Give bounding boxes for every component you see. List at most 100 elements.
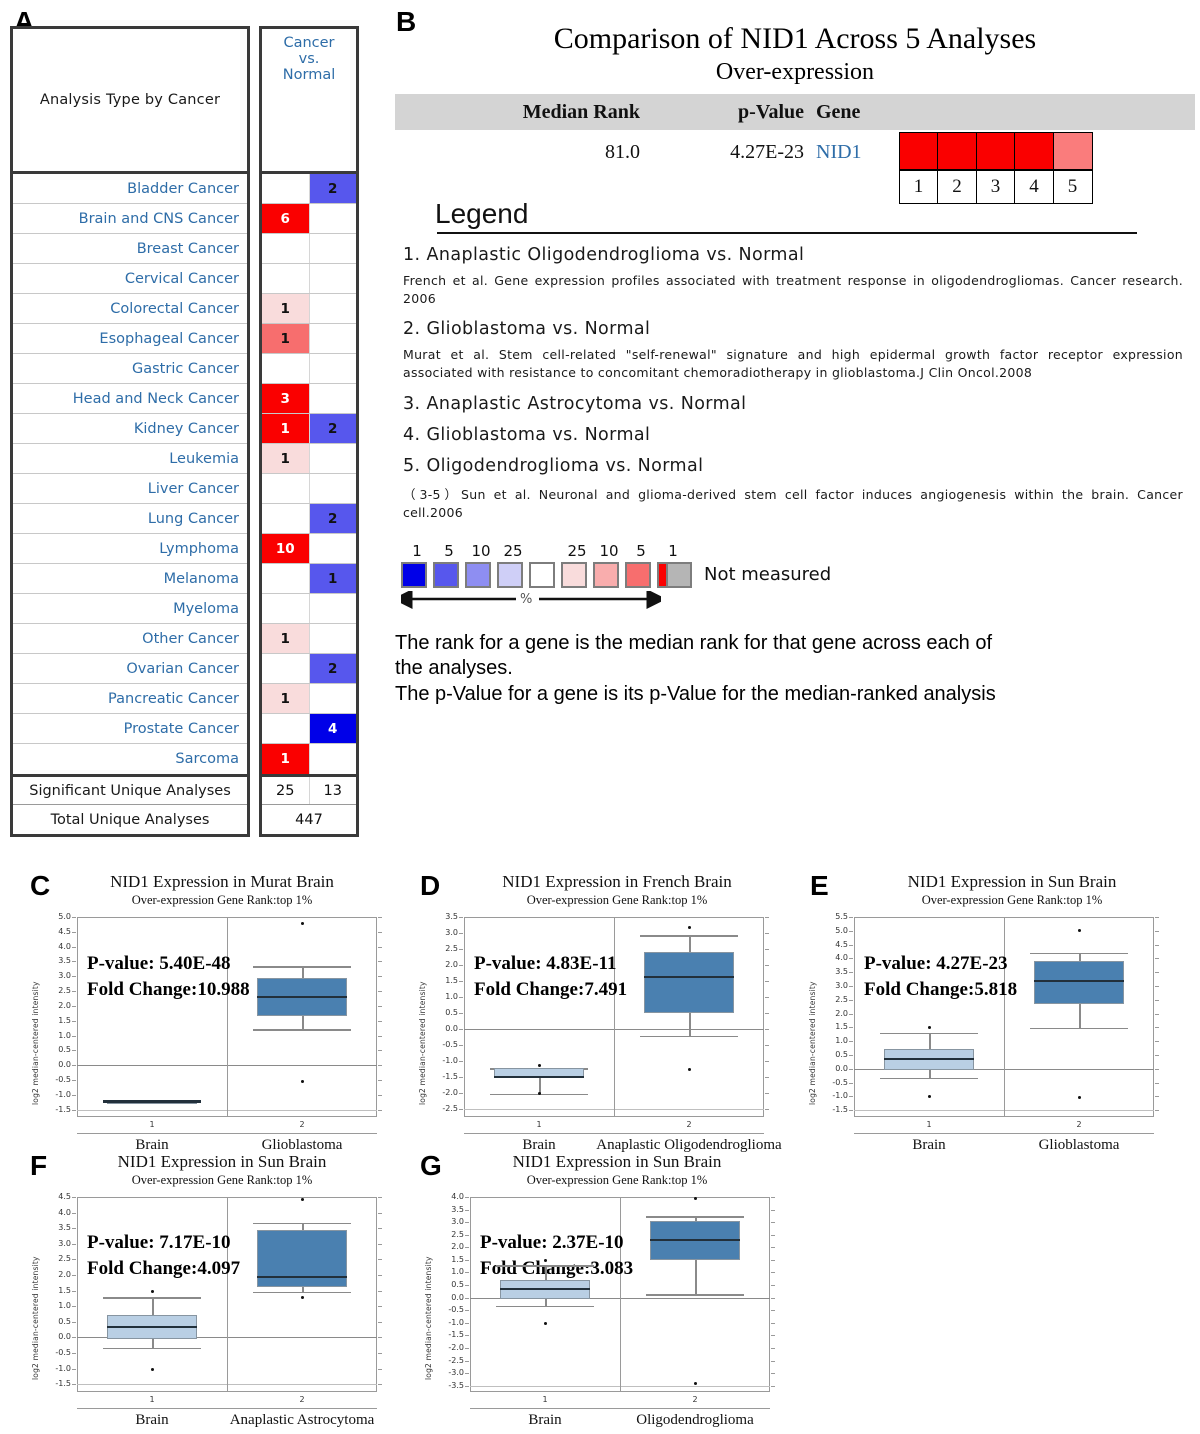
oncoprint-value-column: Cancer vs. Normal 2 6 1 1 3 1 2 1 2 10 1 1 2 1 4 1 25 13 … bbox=[259, 26, 359, 837]
over-expression-cell: 1 bbox=[262, 744, 310, 774]
y-axis-tick-label: 4.0 bbox=[58, 1207, 71, 1217]
under-expression-cell bbox=[310, 324, 357, 353]
under-expression-cell: 2 bbox=[309, 654, 356, 683]
oncoprint-value-row: 2 bbox=[262, 504, 356, 534]
y-axis-tick-label: 1.5 bbox=[451, 1254, 464, 1264]
under-expression-cell bbox=[310, 384, 357, 413]
oncoprint-row[interactable]: Myeloma bbox=[13, 594, 247, 624]
over-expression-cell bbox=[262, 234, 310, 263]
y-axis-tick-mark-right bbox=[765, 1109, 769, 1110]
analysis-rank-swatch bbox=[898, 132, 939, 170]
y-axis-tick-label: -0.5 bbox=[832, 1077, 848, 1087]
group-number: 2 bbox=[692, 1395, 698, 1404]
oncoprint-row[interactable]: Lymphoma bbox=[13, 534, 247, 564]
y-axis-tick-label: -1.5 bbox=[448, 1330, 464, 1340]
oncoprint-row[interactable]: Pancreatic Cancer bbox=[13, 684, 247, 714]
color-scale-swatch bbox=[497, 561, 523, 588]
y-axis-tick-mark bbox=[72, 1337, 76, 1339]
oncoprint-row[interactable]: Prostate Cancer bbox=[13, 714, 247, 744]
oncoprint-row[interactable]: Brain and CNS Cancer bbox=[13, 204, 247, 234]
oncoprint-row[interactable]: Esophageal Cancer bbox=[13, 324, 247, 354]
y-axis-tick-mark bbox=[72, 946, 76, 948]
comparison-subtitle: Over-expression bbox=[715, 59, 875, 85]
analysis-number-cell: 4 bbox=[1014, 170, 1054, 204]
y-axis-tick-mark-right bbox=[765, 933, 769, 934]
panel-letter-e: E bbox=[810, 870, 829, 901]
boxplot-panel-d: D NID1 Expression in French Brain Over-exp… bbox=[412, 872, 792, 1159]
whisker-stem-lower bbox=[152, 1339, 154, 1348]
y-axis-tick-label: 4.0 bbox=[451, 1192, 464, 1201]
statistics-annotation: P-value: 4.83E-11 Fold Change:7.491 bbox=[474, 951, 627, 1002]
legend-item: 3. Anaplastic Astrocytoma vs. Normal bbox=[403, 393, 747, 414]
whisker-cap-lower bbox=[253, 1291, 351, 1294]
cancer-type-label: Esophageal Cancer bbox=[99, 330, 239, 347]
y-axis-tick-mark bbox=[459, 1029, 463, 1030]
oncoprint-value-row: 1 bbox=[262, 624, 356, 654]
median-line bbox=[1034, 979, 1124, 982]
whisker-cap-lower bbox=[880, 1077, 978, 1080]
total-analyses-value: 447 bbox=[295, 811, 323, 828]
outlier-point bbox=[300, 1197, 304, 1201]
outlier-point bbox=[300, 921, 304, 925]
oncoprint-row[interactable]: Liver Cancer bbox=[13, 474, 247, 504]
oncoprint-value-row bbox=[262, 354, 356, 384]
y-axis-tick-mark bbox=[72, 1197, 76, 1198]
y-axis-tick-label: 2.0 bbox=[58, 1000, 71, 1010]
oncoprint-row[interactable]: Bladder Cancer bbox=[13, 174, 247, 204]
median-rank-value: 81.0 bbox=[605, 140, 640, 163]
y-axis-tick-mark-right bbox=[771, 1197, 775, 1198]
y-axis-tick-label: 1.0 bbox=[451, 1267, 464, 1277]
panel-letter-g: G bbox=[420, 1150, 442, 1181]
oncoprint-row[interactable]: Kidney Cancer bbox=[13, 414, 247, 444]
oncoprint-row[interactable]: Breast Cancer bbox=[13, 234, 247, 264]
median-line bbox=[650, 1238, 740, 1241]
boxplot-body: log2 median-centered intensity 4.0 3.5 3.0 2… bbox=[412, 1191, 792, 1434]
oncoprint-row[interactable]: Leukemia bbox=[13, 444, 247, 474]
y-axis-tick-label: 4.5 bbox=[835, 939, 848, 949]
cancer-type-label: Melanoma bbox=[163, 570, 239, 587]
comparison-table: Median Rank p-Value Gene 81.0 4.27E-23 N… bbox=[395, 94, 1195, 204]
analysis-type-header-label: Analysis Type by Cancer bbox=[39, 92, 221, 108]
oncoprint-row[interactable]: Cervical Cancer bbox=[13, 264, 247, 294]
whisker-stem-upper bbox=[152, 1297, 154, 1315]
pvalue-annotation: P-value: 2.37E-10 bbox=[480, 1232, 624, 1254]
y-axis-tick-mark bbox=[459, 965, 463, 966]
y-axis-tick-mark bbox=[465, 1209, 469, 1211]
cancer-vs-normal-line: Normal bbox=[282, 67, 336, 84]
y-axis-tick-mark bbox=[465, 1247, 469, 1249]
oncoprint-row[interactable]: Sarcoma bbox=[13, 744, 247, 774]
boxplot-title: NID1 Expression in French Brain bbox=[502, 872, 732, 891]
cancer-type-label: Breast Cancer bbox=[136, 240, 239, 257]
y-axis-tick-label: 0.0 bbox=[58, 1332, 71, 1342]
y-axis-tick-mark-right bbox=[1155, 1082, 1159, 1084]
y-axis-tick-mark-right bbox=[378, 1005, 382, 1007]
over-expression-cell bbox=[262, 504, 310, 533]
whisker-stem-lower bbox=[695, 1259, 697, 1295]
legend-reference: Murat et al. Stem cell-related "self-ren… bbox=[403, 347, 1183, 381]
total-analyses-value-cell: 447 bbox=[262, 804, 356, 834]
y-axis-tick-mark-right bbox=[378, 1337, 382, 1339]
oncoprint-row[interactable]: Head and Neck Cancer bbox=[13, 384, 247, 414]
oncoprint-row[interactable]: Colorectal Cancer bbox=[13, 294, 247, 324]
oncoprint-header-left: Analysis Type by Cancer bbox=[13, 29, 247, 174]
oncoprint-row[interactable]: Other Cancer bbox=[13, 624, 247, 654]
y-axis-tick-mark-right bbox=[771, 1209, 775, 1211]
group-divider bbox=[1004, 917, 1005, 1117]
x-axis-line bbox=[77, 1408, 377, 1409]
group-divider bbox=[614, 917, 615, 1117]
oncoprint-row[interactable]: Gastric Cancer bbox=[13, 354, 247, 384]
oncoprint-row[interactable]: Lung Cancer bbox=[13, 504, 247, 534]
boxplot-panel-g: G NID1 Expression in Sun Brain Over-expres… bbox=[412, 1152, 792, 1434]
median-line bbox=[257, 996, 347, 998]
oncoprint-row[interactable]: Melanoma bbox=[13, 564, 247, 594]
fold-change-annotation: Fold Change:5.818 bbox=[864, 978, 1018, 1000]
under-expression-cell: 1 bbox=[309, 564, 356, 593]
y-axis-tick-mark bbox=[72, 1020, 76, 1022]
over-expression-cell bbox=[262, 654, 310, 683]
y-axis-tick-mark-right bbox=[771, 1335, 775, 1337]
y-axis-tick-mark-right bbox=[378, 1228, 382, 1230]
group-number: 1 bbox=[542, 1395, 548, 1404]
outlier-point bbox=[300, 1296, 304, 1300]
under-expression-cell: 2 bbox=[309, 504, 356, 533]
oncoprint-row[interactable]: Ovarian Cancer bbox=[13, 654, 247, 684]
